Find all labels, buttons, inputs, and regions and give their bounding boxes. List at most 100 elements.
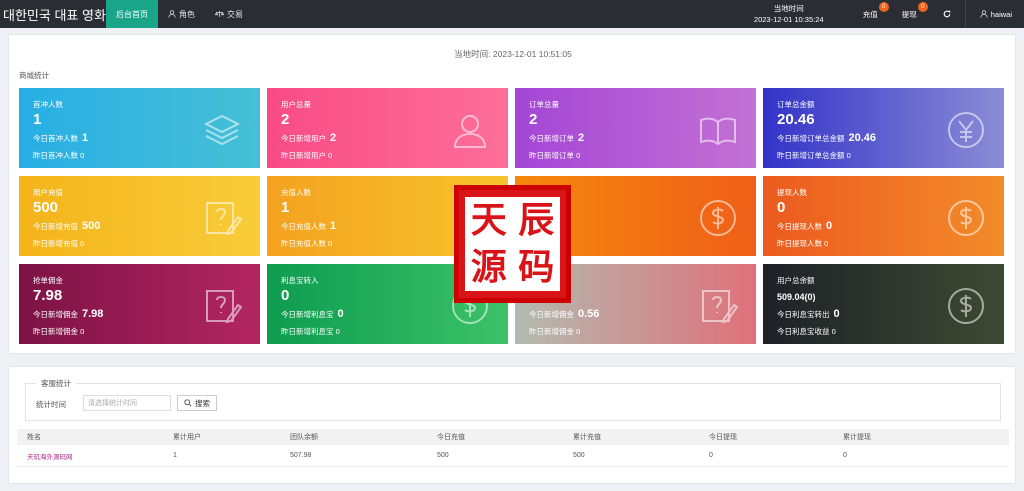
search-icon: [184, 399, 192, 407]
column-header: 团队余额: [290, 434, 318, 441]
column-header: 累计用户: [173, 434, 201, 441]
stat-card-today: 今日提现人数 0: [777, 220, 832, 232]
service-filter: 客服统计 统计时间 请选择统计时间 搜索: [25, 378, 1001, 421]
stat-card-yesterday: 昨日新增充值 0: [33, 239, 85, 248]
brand-logo[interactable]: 대한민국 대표 영화사 v18: [0, 5, 130, 24]
tab-trade[interactable]: 交易: [205, 0, 253, 28]
stat-card-today-value: 1: [330, 220, 337, 232]
stat-time-label: 统计时间: [36, 400, 66, 409]
stat-card-today-value: 20.46: [848, 132, 877, 144]
table-cell: 507.98: [290, 452, 312, 459]
withdraw-label: 提现: [901, 9, 917, 19]
stat-card-today-label: 今日充值人数: [281, 222, 326, 231]
stat-card-today: 今日新增佣金 0.56: [529, 308, 599, 320]
user-icon: [168, 10, 176, 18]
user-icon: [980, 10, 988, 18]
stat-card-yesterday: 昨日充值人数 0: [281, 239, 333, 248]
column-header: 姓名: [27, 434, 41, 441]
table-cell[interactable]: 天玑海外源码网: [17, 451, 163, 461]
stat-card-value: 2: [281, 111, 290, 128]
column-header: 累计提现: [843, 434, 871, 441]
tab-dashboard[interactable]: 后台首页: [106, 0, 158, 28]
table-cell: 500: [573, 452, 585, 459]
stat-card-today-value: 500: [82, 220, 101, 232]
table-row: 天玑海外源码网 1 507.98 500 500 0 0: [17, 445, 1009, 467]
stat-card-title: 用户充值: [33, 188, 63, 197]
edit-icon: [206, 290, 242, 324]
column-header: 累计充值: [573, 434, 601, 441]
watermark-char: 码: [518, 246, 555, 288]
stat-card-title: 首冲人数: [33, 100, 63, 109]
stat-card-today-label: 今日新增佣金: [33, 310, 78, 319]
stat-card-title: 抢单佣金: [33, 276, 63, 285]
stat-card-today-label: 今日新增订单总金额: [777, 134, 845, 143]
stat-card-title: 订单总金额: [777, 100, 815, 109]
stat-card-yesterday: 昨日新增佣金 0: [33, 327, 85, 336]
local-time-value: 2023-12-01 10:35:24: [753, 15, 824, 24]
recharge-label: 充值: [862, 9, 878, 19]
stat-card-today-label: 今日利息宝转出: [777, 310, 830, 319]
table-cell: 1: [173, 452, 177, 459]
stat-card-today-value: 0.56: [578, 308, 600, 320]
dollar-icon: [948, 288, 984, 324]
book-icon: [700, 117, 736, 146]
scale-icon: [215, 11, 224, 17]
stat-card: 提现人数 0 今日提现人数 0 昨日提现人数 0: [763, 176, 1004, 256]
stat-card-title: 用户总余额: [777, 276, 815, 285]
stat-card-value: 0: [281, 287, 290, 304]
tab-roles[interactable]: 角色: [158, 0, 205, 28]
stat-card-yesterday: 今日利息宝收益 0: [777, 327, 836, 336]
watermark-stamp: 天 辰 源 码: [454, 185, 571, 303]
stat-card: 用户总量 2 今日新增用户 2 昨日新增用户 0: [267, 88, 508, 168]
stat-card-yesterday: 昨日新增利息宝 0: [281, 327, 340, 336]
brand-name: 대한민국 대표 영화사: [3, 7, 118, 23]
stat-card-value: 2: [529, 111, 538, 128]
search-button[interactable]: 搜索: [177, 395, 217, 411]
stat-card-today: 今日充值人数 1: [281, 220, 336, 232]
stat-card-value: 7.98: [33, 287, 63, 304]
stat-card-title: 用户总量: [281, 100, 311, 109]
withdraw-badge: 0: [917, 2, 928, 12]
local-time-label: 当地时间: [773, 4, 804, 13]
recharge-button[interactable]: 充值 0: [851, 0, 890, 28]
service-stats-panel: 客服统计 统计时间 请选择统计时间 搜索 姓名 累计用户 团队余额 今日充值 累计充值 今…: [8, 366, 1016, 484]
withdraw-button[interactable]: 提现 0: [890, 0, 929, 28]
stat-time-input[interactable]: 请选择统计时间: [83, 395, 171, 411]
edit-icon: [702, 290, 738, 324]
refresh-icon: [943, 10, 951, 18]
user-menu[interactable]: haiwai: [964, 0, 1024, 28]
service-table: 姓名 累计用户 团队余额 今日充值 累计充值 今日提现 累计提现 天玑海外源码网 1 507.9…: [17, 429, 1009, 467]
refresh-button[interactable]: [929, 0, 965, 28]
stat-card: 订单总量 2 今日新增订单 2 昨日新增订单 0: [515, 88, 756, 168]
stat-card-today-label: 今日新增用户: [281, 134, 326, 143]
stats-local-time: 当地时间: 2023-12-01 10:51:05: [454, 49, 572, 59]
stat-card-today-label: 今日新增利息宝: [281, 310, 334, 319]
stat-card-today-value: 0: [826, 220, 833, 232]
stat-card: 订单总金额 20.46 今日新增订单总金额 20.46 昨日新增订单总金额 0: [763, 88, 1004, 168]
stat-card-today: 今日新增利息宝 0: [281, 308, 344, 320]
stat-card-today-value: 0: [833, 308, 840, 320]
yen-icon: [948, 112, 984, 148]
stat-card-value: 1: [281, 199, 290, 216]
watermark-char: 天: [470, 199, 507, 241]
layers-icon: [203, 114, 241, 146]
stat-card: 用户充值 500 今日新增充值 500 昨日新增充值 0: [19, 176, 260, 256]
dollar-icon: [700, 200, 736, 236]
watermark-char: 源: [470, 246, 507, 288]
stat-card-today-value: 1: [82, 132, 89, 144]
stat-card-today-label: 今日新增充值: [33, 222, 78, 231]
local-time: 当地时间 2023-12-01 10:35:24: [741, 3, 837, 25]
stat-card-value: 0: [777, 199, 786, 216]
table-header: 姓名 累计用户 团队余额 今日充值 累计充值 今日提现 累计提现: [17, 429, 1009, 445]
stat-card-yesterday: 昨日提现人数 0: [777, 239, 829, 248]
stat-card-today: 今日新增订单 2: [529, 132, 584, 144]
top-navbar: 대한민국 대표 영화사 v18 后台首页 角色 交易 当地时间 2023-12-…: [0, 0, 1024, 28]
search-label: 搜索: [195, 398, 210, 408]
edit-icon: [206, 202, 242, 236]
watermark-char: 辰: [518, 199, 555, 241]
stat-card-today-label: 今日新增订单: [529, 134, 574, 143]
tab-trade-label: 交易: [227, 9, 243, 19]
stat-card-title: 订单总量: [529, 100, 559, 109]
table-cell: 0: [709, 452, 713, 459]
stat-card-title: 利息宝转入: [281, 276, 319, 285]
